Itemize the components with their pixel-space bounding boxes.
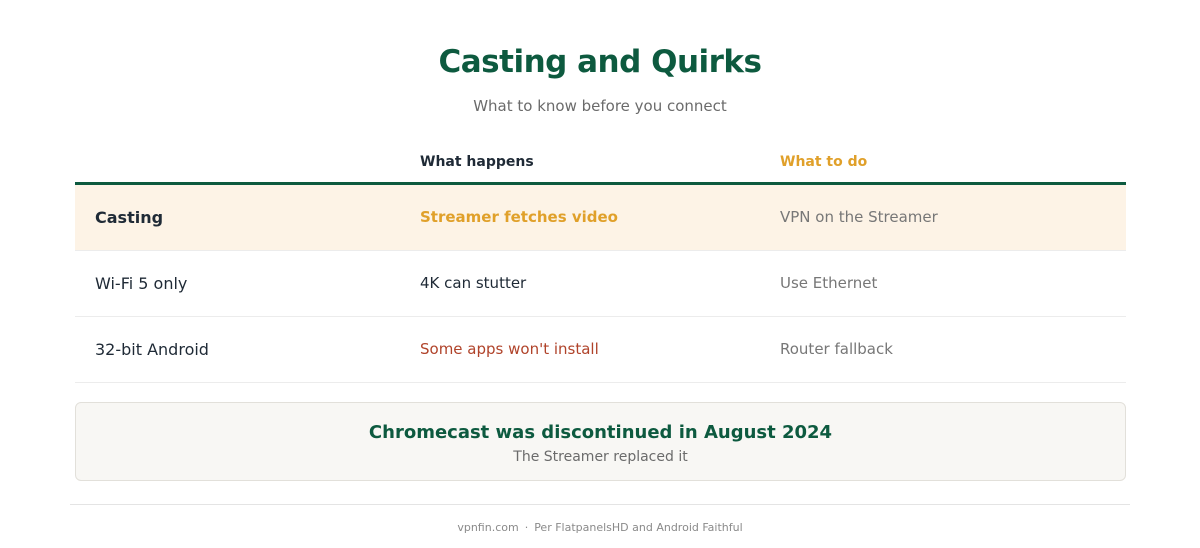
table-row: 32-bit Android Some apps won't install R… [75,317,1126,383]
note-title: Chromecast was discontinued in August 20… [368,422,833,443]
footer-source: Per FlatpanelsHD and Android Faithful [534,521,743,534]
note-subtitle: The Streamer replaced it [513,449,688,465]
page-subtitle: What to know before you connect [473,97,727,115]
row-what-to-do: Router fallback [780,340,893,358]
row-label: 32-bit Android [95,340,209,359]
page-title: Casting and Quirks [438,44,763,80]
row-what-happens: Some apps won't install [420,340,599,358]
row-label: Wi-Fi 5 only [95,274,188,293]
row-what-happens: Streamer fetches video [420,208,618,226]
table-row: Casting Streamer fetches video VPN on th… [75,185,1126,251]
column-header-what-happens: What happens [420,154,534,170]
footer-site: vpnfin.com [457,521,519,534]
table-row: Wi-Fi 5 only 4K can stutter Use Ethernet [75,251,1126,317]
row-what-happens: 4K can stutter [420,274,527,292]
table-header: What happens What to do [75,147,1126,185]
quirks-table: What happens What to do Casting Streamer… [75,147,1126,383]
column-header-what-to-do: What to do [780,154,868,170]
row-what-to-do: VPN on the Streamer [780,208,938,226]
footer: vpnfin.com · Per FlatpanelsHD and Android … [0,521,1200,534]
row-what-to-do: Use Ethernet [780,274,878,292]
footer-divider [70,504,1130,505]
info-note: Chromecast was discontinued in August 20… [75,402,1126,481]
footer-separator: · [524,521,529,534]
row-label: Casting [95,208,164,227]
